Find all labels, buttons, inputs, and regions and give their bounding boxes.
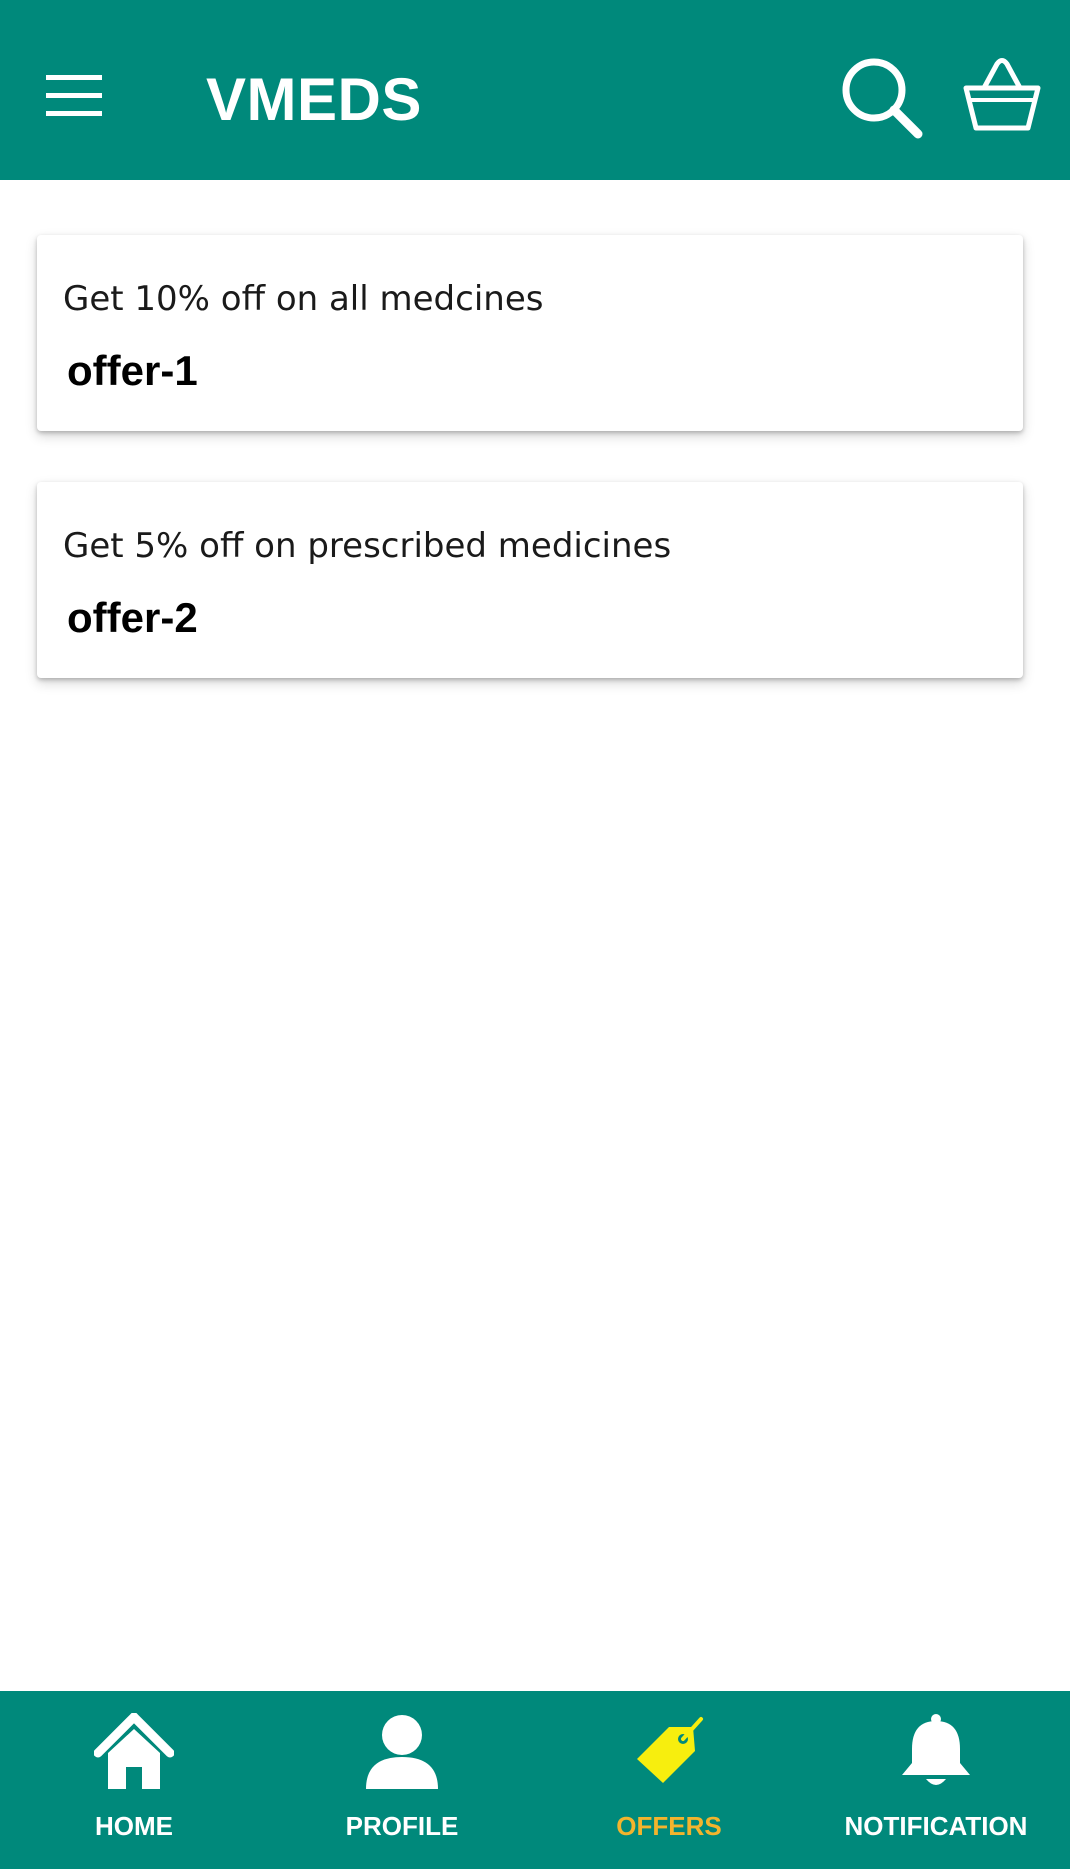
nav-home-label: HOME: [95, 1811, 173, 1841]
nav-notification[interactable]: NOTIFICATION: [802, 1691, 1070, 1869]
cart-button[interactable]: [962, 58, 1042, 134]
home-icon: [94, 1713, 174, 1789]
offer-description: Get 5% off on prescribed medicines: [63, 526, 672, 566]
menu-icon-line: [46, 111, 102, 116]
offer-description: Get 10% off on all medcines: [63, 279, 544, 319]
offer-card[interactable]: Get 10% off on all medcines offer-1: [37, 235, 1023, 431]
offer-name: offer-1: [67, 347, 198, 394]
tag-icon: [637, 1717, 703, 1783]
menu-icon-line: [46, 75, 102, 80]
bell-icon: [902, 1714, 970, 1785]
offer-card[interactable]: Get 5% off on prescribed medicines offer…: [37, 482, 1023, 678]
app-title: VMEDS: [206, 66, 422, 133]
cart-icon: [963, 58, 1041, 131]
app-bar: VMEDS: [0, 0, 1070, 180]
search-button[interactable]: [838, 54, 924, 140]
bottom-navigation: HOME PROFILE OFFERS NOTIFICATION: [0, 1691, 1070, 1869]
offer-name: offer-2: [67, 594, 198, 641]
nav-profile-label: PROFILE: [345, 1811, 459, 1841]
nav-offers[interactable]: OFFERS: [535, 1691, 803, 1869]
nav-home[interactable]: HOME: [0, 1691, 268, 1869]
menu-icon-line: [46, 93, 102, 98]
nav-profile[interactable]: PROFILE: [268, 1691, 536, 1869]
profile-icon: [366, 1715, 438, 1789]
nav-offers-label: OFFERS: [616, 1811, 722, 1841]
search-icon: [842, 58, 923, 139]
nav-notification-label: NOTIFICATION: [844, 1811, 1028, 1841]
menu-button[interactable]: [36, 60, 112, 130]
